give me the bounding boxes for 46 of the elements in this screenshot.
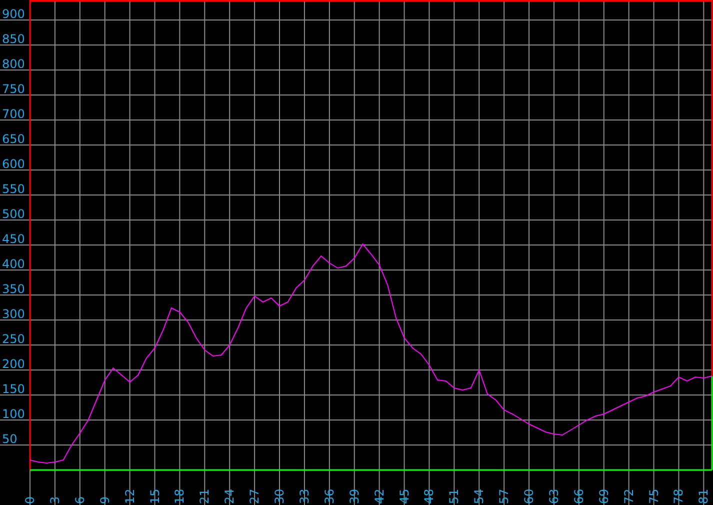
y-axis-label: 550 [2,182,25,196]
x-axis-label: 18 [172,488,187,504]
x-axis-label: 51 [447,488,462,504]
x-axis-label: 6 [72,496,87,504]
x-axis-label: 27 [248,488,262,504]
y-axis-label: 750 [2,82,25,96]
y-axis-label: 50 [2,432,18,446]
x-axis-label: 24 [222,488,237,504]
x-axis-label: 54 [472,488,486,504]
y-axis-label: 350 [2,282,25,296]
x-axis-label: 81 [696,488,711,504]
x-axis-label: 72 [622,488,636,504]
y-axis-label: 800 [2,57,25,71]
x-axis-label: 42 [372,488,386,504]
x-axis-label: 75 [646,488,661,504]
x-axis-label: 45 [397,488,412,504]
x-axis-label: 12 [122,488,137,504]
y-axis-label: 650 [2,132,25,146]
y-axis-label: 400 [2,257,25,271]
x-axis-label: 60 [522,488,536,504]
x-axis-label: 63 [546,488,561,504]
y-axis-label: 100 [2,407,25,421]
y-axis-label: 900 [2,7,25,21]
x-axis-label: 69 [596,488,611,504]
y-axis-label: 450 [2,232,25,246]
x-axis-label: 30 [272,488,286,504]
x-axis-label: 0 [23,496,37,504]
x-axis-label: 9 [98,496,112,504]
y-axis-label: 300 [2,307,25,321]
y-axis-label: 700 [2,107,25,121]
y-axis-label: 600 [2,157,25,171]
x-axis-label: 3 [48,496,62,504]
x-axis-label: 78 [672,488,686,504]
x-axis-label: 39 [347,488,362,504]
x-axis-label: 21 [198,488,212,504]
y-axis-label: 200 [2,357,25,371]
x-axis-label: 36 [322,488,336,504]
y-axis-label: 150 [2,382,25,396]
y-axis-label: 500 [2,207,25,221]
x-axis-label: 57 [497,488,512,504]
x-axis-label: 66 [572,488,586,504]
y-axis-label: 850 [2,32,25,46]
x-axis-label: 33 [297,488,312,504]
y-axis-label: 250 [2,332,25,346]
x-axis-label: 48 [422,488,436,504]
x-axis-label: 15 [148,488,162,504]
